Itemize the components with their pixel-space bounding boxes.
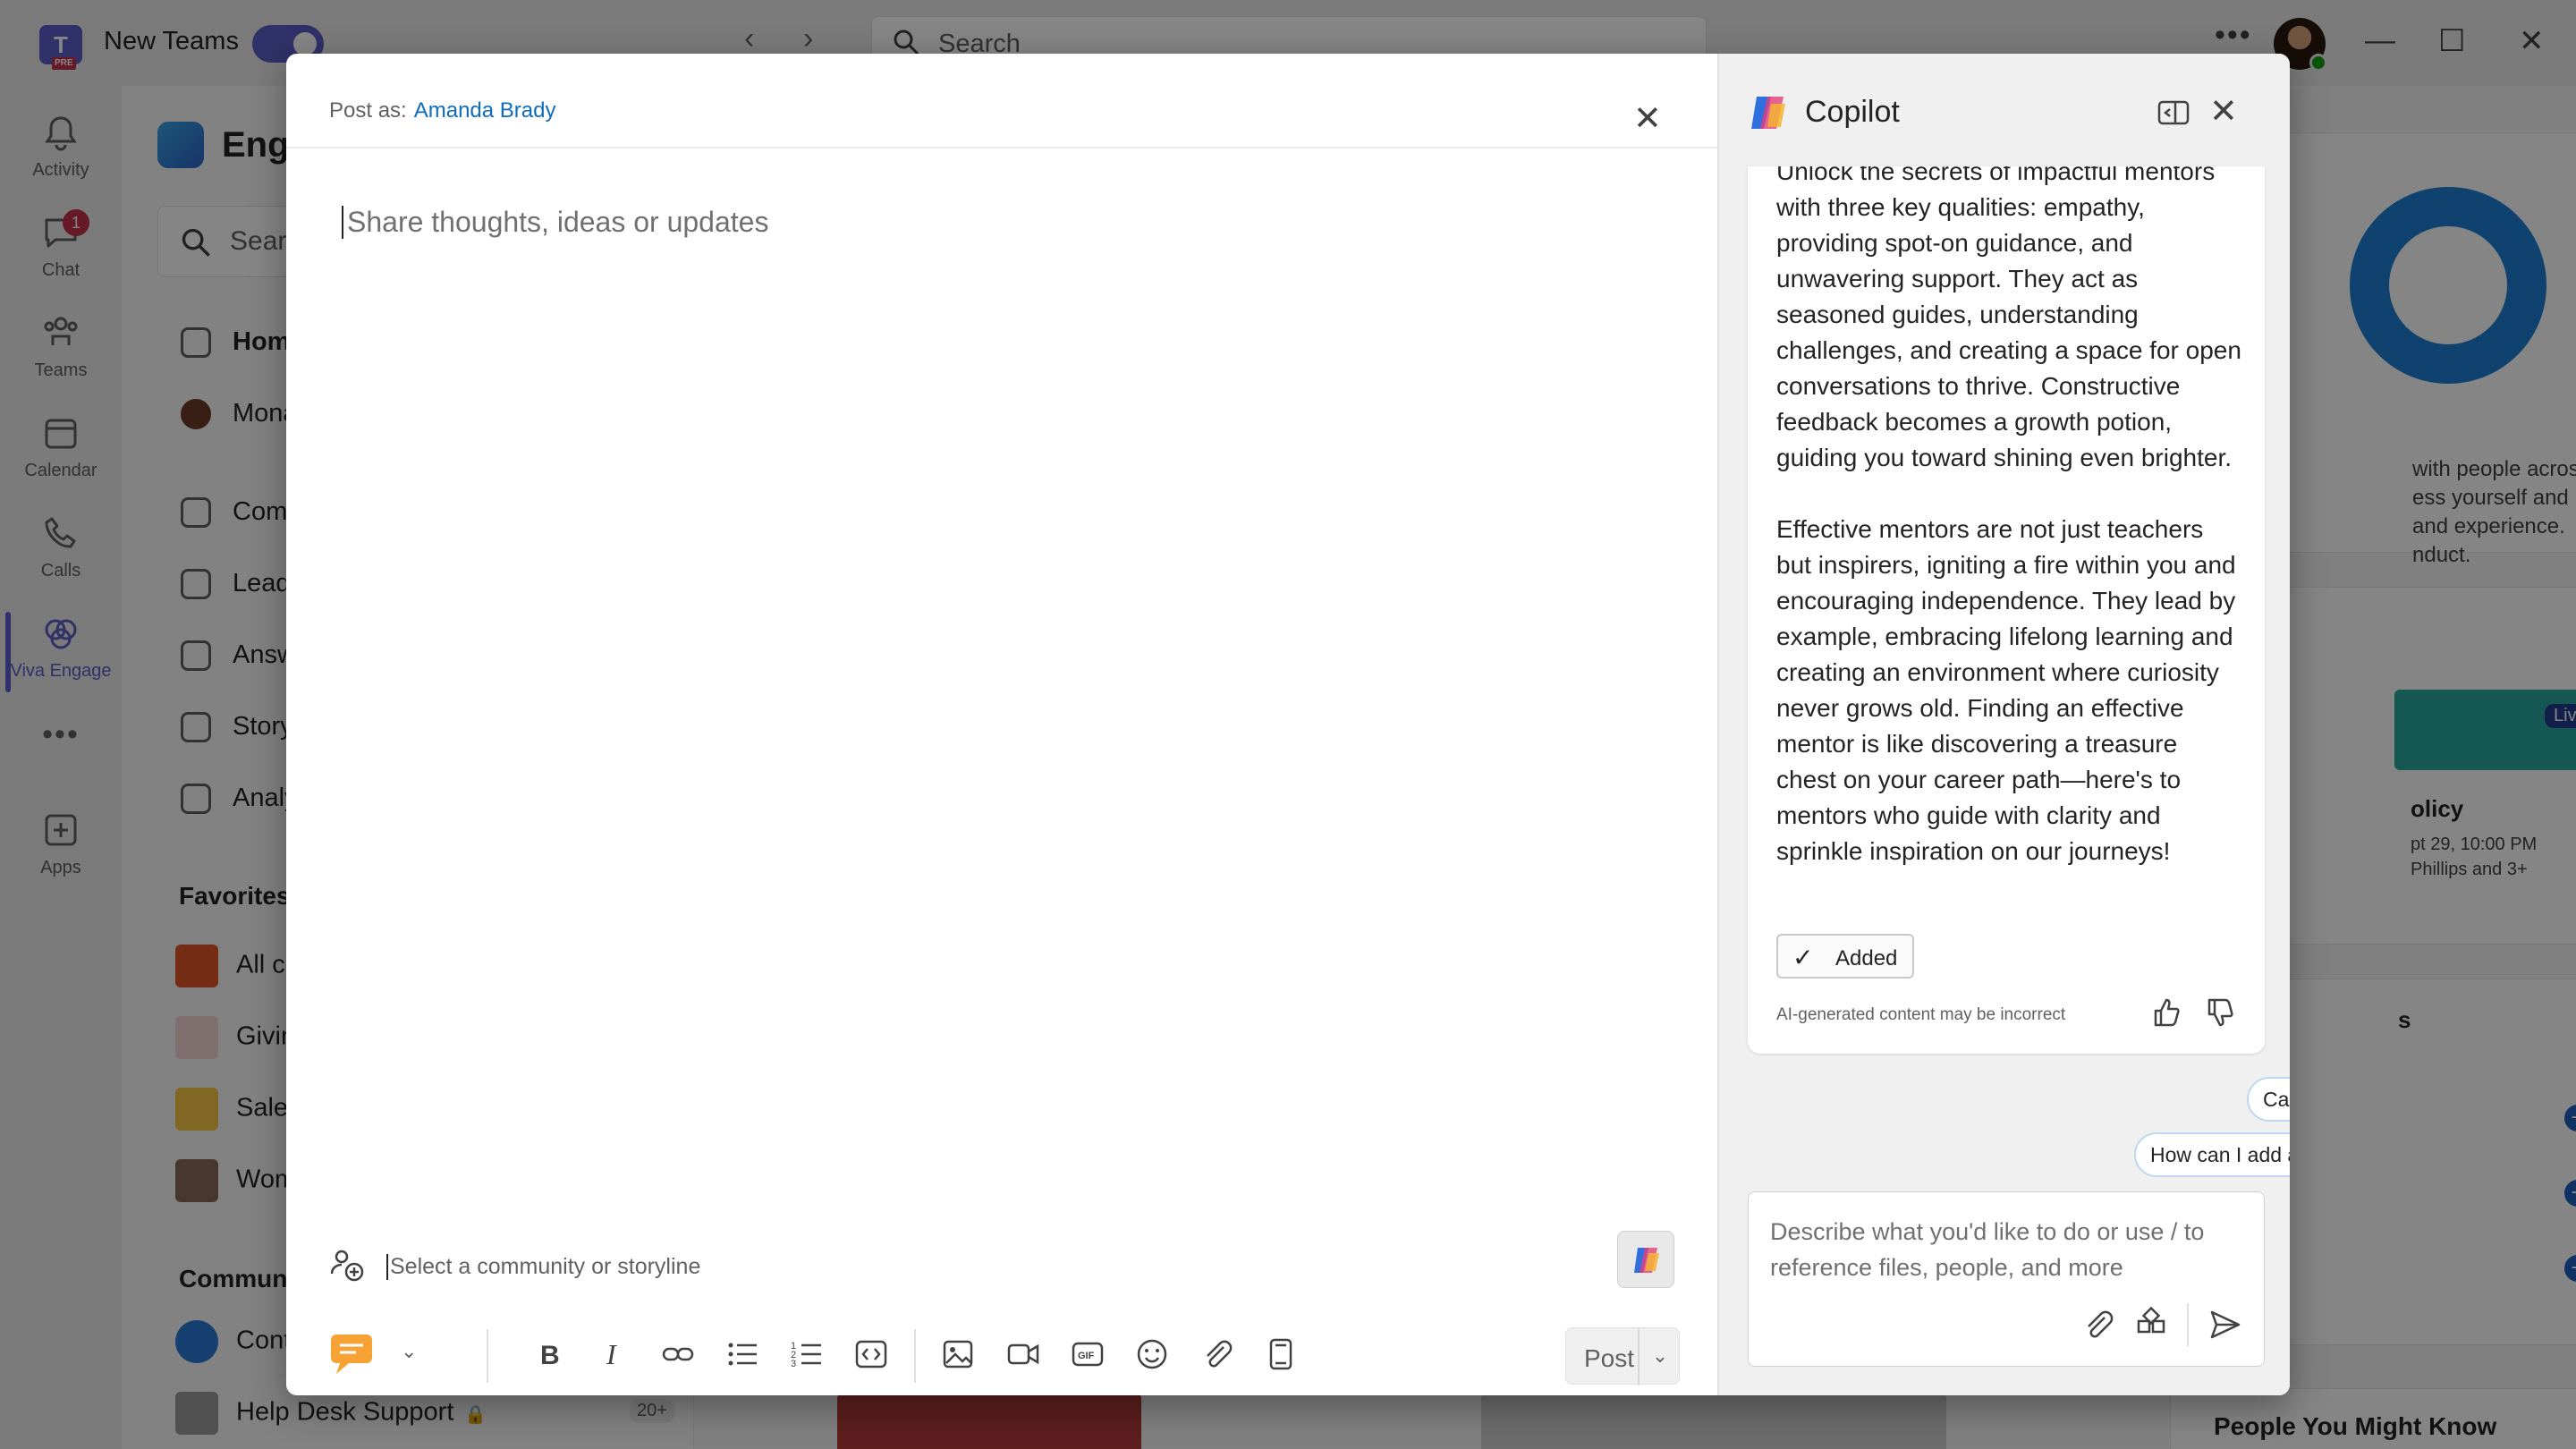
post-options-chevron-down-icon[interactable]: ⌄ — [1638, 1328, 1681, 1385]
code-block-button[interactable] — [850, 1333, 893, 1376]
post-type-chevron-down-icon[interactable]: ⌄ — [401, 1340, 417, 1363]
link-button[interactable] — [657, 1333, 699, 1376]
video-icon — [1007, 1343, 1039, 1365]
ai-disclaimer: AI-generated content may be incorrect — [1776, 1005, 2066, 1024]
copilot-pane: Copilot ✕ Unlock the secrets of impactfu… — [1717, 54, 2290, 1395]
thumbs-down-icon[interactable] — [2202, 995, 2238, 1030]
bullet-list-icon — [728, 1343, 757, 1366]
insert-emoji-button[interactable] — [1131, 1333, 1174, 1376]
paperclip-icon[interactable] — [2080, 1307, 2115, 1343]
insert-gif-button[interactable]: GIF — [1066, 1333, 1109, 1376]
copilot-response-card: Unlock the secrets of impactful mentors … — [1748, 166, 2265, 1054]
post-as-name-link[interactable]: Amanda Brady — [414, 98, 556, 123]
copilot-response-text: Unlock the secrets of impactful mentors … — [1776, 166, 2241, 905]
apps-grid-icon[interactable] — [2133, 1307, 2169, 1343]
link-icon — [662, 1347, 694, 1361]
post-body-input[interactable]: Share thoughts, ideas or updates — [342, 206, 768, 239]
emoji-icon — [1137, 1339, 1167, 1369]
toolbar-divider — [487, 1329, 488, 1383]
post-type-announcement-icon[interactable] — [329, 1331, 381, 1376]
copilot-prompt-input[interactable]: Describe what you'd like to do or use / … — [1748, 1191, 2265, 1367]
numbered-list-icon: 123 — [791, 1341, 821, 1369]
thumbs-up-icon[interactable] — [2148, 995, 2184, 1030]
compose-toolbar: ⌄ B I 123 GIF Post ⌄ — [329, 1317, 1680, 1392]
numbered-list-button[interactable]: 123 — [785, 1333, 828, 1376]
suggestion-chip[interactable]: How can I add a personal example? — [2134, 1132, 2290, 1177]
add-community-icon — [330, 1250, 364, 1282]
compose-dialog: Post as: Amanda Brady ✕ Share thoughts, i… — [286, 54, 2290, 1395]
copilot-title: Copilot — [1805, 95, 1900, 129]
insert-poll-button[interactable] — [1259, 1333, 1302, 1376]
tablet-icon — [1269, 1338, 1292, 1370]
copilot-icon — [1634, 1248, 1659, 1273]
post-button[interactable]: Post ⌄ — [1565, 1327, 1680, 1385]
toolbar-divider — [914, 1329, 916, 1383]
compose-pane: Post as: Amanda Brady ✕ Share thoughts, i… — [286, 54, 1717, 1395]
code-icon — [855, 1340, 887, 1368]
suggestion-chip[interactable]: Can you add a call to action? — [2247, 1077, 2290, 1122]
added-button-label: Added — [1835, 946, 1898, 970]
attach-file-button[interactable] — [1195, 1333, 1238, 1376]
close-copilot-icon[interactable]: ✕ — [2209, 95, 2238, 129]
svg-text:I: I — [606, 1338, 617, 1370]
image-icon — [943, 1340, 973, 1368]
bullet-list-button[interactable] — [721, 1333, 764, 1376]
added-button[interactable]: ✓ Added — [1776, 934, 1914, 979]
close-dialog-icon[interactable]: ✕ — [1633, 102, 1662, 136]
copilot-prompt-placeholder: Describe what you'd like to do or use / … — [1770, 1218, 2205, 1281]
post-button-label: Post — [1584, 1344, 1635, 1372]
community-placeholder: Select a community or storyline — [386, 1254, 700, 1280]
svg-text:B: B — [540, 1341, 560, 1370]
post-as-label: Post as: — [329, 98, 407, 123]
compose-header: Post as: Amanda Brady ✕ — [286, 54, 1717, 148]
response-truncated-line: Unlock the secrets of impactful mentors — [1776, 166, 2216, 185]
gif-icon: GIF — [1072, 1342, 1104, 1367]
insert-image-button[interactable] — [937, 1333, 980, 1376]
response-paragraph: Effective mentors are not just teachers … — [1776, 515, 2236, 865]
checkmark-icon: ✓ — [1792, 944, 1814, 971]
response-paragraph: with three key qualities: empathy, provi… — [1776, 193, 2241, 471]
bold-button[interactable]: B — [528, 1333, 571, 1376]
community-selector[interactable]: Select a community or storyline — [329, 1234, 1671, 1297]
send-icon[interactable] — [2207, 1307, 2242, 1343]
svg-text:3: 3 — [791, 1359, 796, 1369]
input-divider — [2187, 1303, 2189, 1346]
copilot-icon — [1751, 97, 1785, 129]
bold-icon: B — [540, 1341, 560, 1370]
svg-text:GIF: GIF — [1078, 1351, 1095, 1361]
copilot-toggle-button[interactable] — [1617, 1231, 1674, 1288]
italic-icon: I — [606, 1338, 617, 1370]
paperclip-icon — [1207, 1340, 1233, 1368]
pop-out-icon[interactable] — [2154, 93, 2193, 132]
italic-button[interactable]: I — [592, 1333, 635, 1376]
post-as: Post as: Amanda Brady — [329, 98, 555, 123]
insert-video-button[interactable] — [1002, 1333, 1045, 1376]
